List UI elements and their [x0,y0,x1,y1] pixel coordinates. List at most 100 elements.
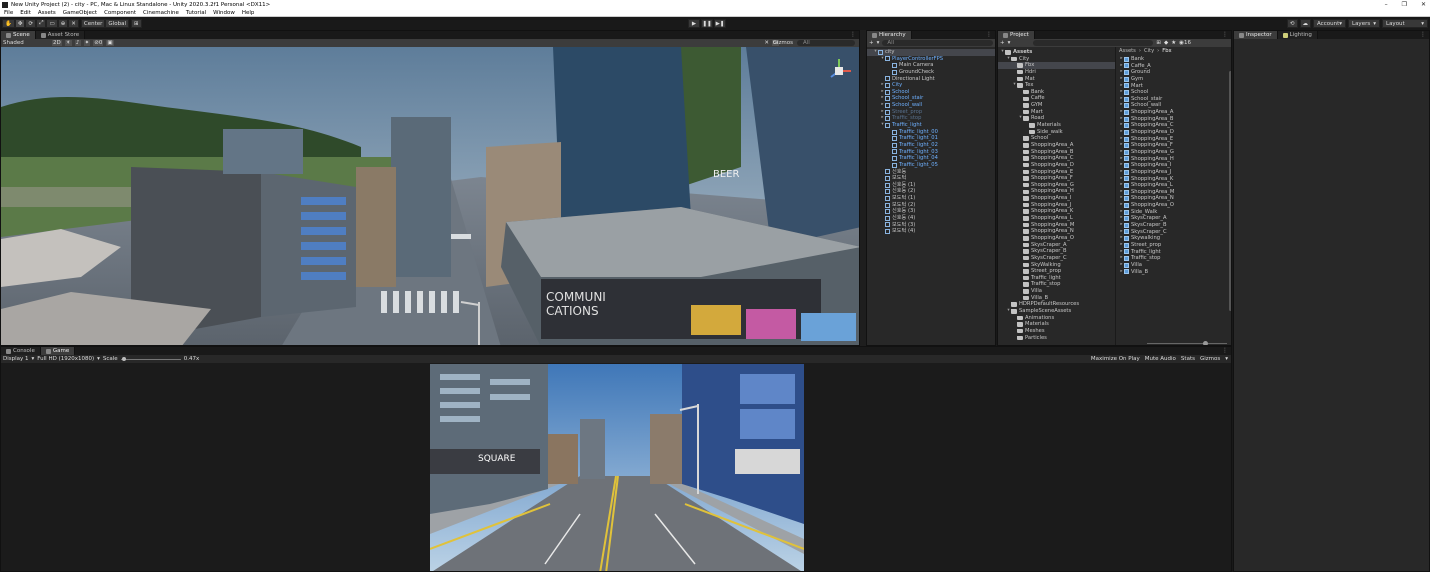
project-search-input[interactable] [1033,40,1154,46]
asset-item[interactable]: ▸ ShoppingArea_O [1117,202,1231,209]
project-folder-item[interactable]: Particles [998,335,1115,342]
tab-scene[interactable]: Scene [1,31,36,39]
effects-toggle-icon[interactable]: ✦ [83,40,91,46]
asset-item[interactable]: ▸ Traffic_stop [1117,255,1231,262]
project-folder-item[interactable]: Fbx [998,62,1115,69]
breadcrumb-fbx[interactable]: Fbx [1162,48,1171,54]
project-folder-item[interactable]: ▾ City [998,56,1115,63]
project-folder-item[interactable]: Materials [998,321,1115,328]
asset-item[interactable]: ▸ ShoppingArea_G [1117,149,1231,156]
project-folder-item[interactable]: ShoppingArea_H [998,188,1115,195]
project-folder-item[interactable]: ▾ Road [998,115,1115,122]
tab-hierarchy[interactable]: Hierarchy [867,31,912,39]
hierarchy-item[interactable]: Traffic_light_00 [867,129,995,136]
hierarchy-item[interactable]: 보도턱 (2) [867,202,995,209]
project-folder-item[interactable]: Bank [998,89,1115,96]
project-folder-item[interactable]: ShoppingArea_L [998,215,1115,222]
panel-menu-icon[interactable]: ⋮ [1420,31,1426,38]
tab-lighting[interactable]: Lighting [1277,31,1318,39]
asset-item[interactable]: ▸ ShoppingArea_A [1117,109,1231,116]
mute-audio-toggle[interactable]: Mute Audio [1145,356,1176,362]
hierarchy-add-button[interactable]: + [869,40,874,46]
lighting-toggle-icon[interactable]: ☀ [64,40,72,46]
gizmos-dropdown[interactable]: Gizmos [773,40,793,46]
hierarchy-item[interactable]: ▾ Traffic_light [867,122,995,129]
hierarchy-item[interactable]: Traffic_light_02 [867,142,995,149]
asset-item[interactable]: ▸ ShoppingArea_J [1117,169,1231,176]
pivot-rotation-button[interactable]: Global [105,19,129,28]
hierarchy-item[interactable]: 신호등 (1) [867,182,995,189]
project-folder-item[interactable]: Side_walk [998,129,1115,136]
menu-help[interactable]: Help [242,10,255,16]
hierarchy-item[interactable]: ▸ Traffic_stop [867,115,995,122]
asset-item[interactable]: ▸ Ground [1117,69,1231,76]
project-folder-item[interactable]: ShoppingArea_F [998,175,1115,182]
hierarchy-item[interactable]: Main Camera [867,62,995,69]
hierarchy-item[interactable]: Traffic_light_04 [867,155,995,162]
project-folder-item[interactable]: SkysCraper_A [998,242,1115,249]
project-folder-item[interactable]: Animations [998,315,1115,322]
asset-item[interactable]: ▸ ShoppingArea_M [1117,189,1231,196]
play-button[interactable]: ▶ [688,19,700,28]
menu-window[interactable]: Window [213,10,235,16]
layout-dropdown[interactable]: Layout ▾ [1382,19,1428,28]
asset-item[interactable]: ▸ ShoppingArea_H [1117,156,1231,163]
icon-size-slider[interactable] [1147,341,1227,345]
hierarchy-item[interactable]: ▸ School_wall [867,102,995,109]
menu-gameobject[interactable]: GameObject [63,10,97,16]
project-folder-item[interactable]: ShoppingArea_B [998,149,1115,156]
asset-item[interactable]: ▸ SkysCraper_C [1117,229,1231,236]
menu-component[interactable]: Component [104,10,136,16]
panel-menu-icon[interactable]: ⋮ [986,31,992,38]
project-folder-item[interactable]: ▾ Tex [998,82,1115,89]
project-folder-item[interactable]: ShoppingArea_D [998,162,1115,169]
project-folder-item[interactable]: ShoppingArea_I [998,195,1115,202]
asset-item[interactable]: ▸ Bank [1117,56,1231,63]
asset-item[interactable]: ▸ Mart [1117,83,1231,90]
resolution-dropdown[interactable]: Full HD (1920x1080) [37,356,94,362]
panel-menu-icon[interactable]: ⋮ [1222,31,1228,38]
menu-cinemachine[interactable]: Cinemachine [143,10,179,16]
hierarchy-item[interactable]: 신호등 [867,169,995,176]
project-folder-item[interactable]: Mat [998,76,1115,83]
tab-asset-store[interactable]: Asset Store [35,31,86,39]
favorite-icon[interactable]: ★ [1171,40,1176,46]
hierarchy-item[interactable]: 신호등 (3) [867,208,995,215]
asset-item[interactable]: ▸ ShoppingArea_K [1117,176,1231,183]
stats-toggle[interactable]: Stats [1181,356,1195,362]
project-folder-item[interactable]: SkysCraper_C [998,255,1115,262]
hand-tool-button[interactable]: ✋ [2,19,15,28]
panel-menu-icon[interactable]: ⋮ [1222,347,1228,354]
rect-tool-button[interactable]: ▭ [46,19,58,28]
menu-edit[interactable]: Edit [20,10,31,16]
tab-console[interactable]: Console [1,347,41,355]
project-folder-item[interactable]: ShoppingArea_O [998,235,1115,242]
project-folder-item[interactable]: GYM [998,102,1115,109]
project-folder-item[interactable]: Mart [998,109,1115,116]
audio-toggle-icon[interactable]: ♪ [74,40,81,46]
project-folder-item[interactable]: SkysCraper_B [998,248,1115,255]
filter-label-icon[interactable]: ◆ [1164,40,1168,46]
menu-file[interactable]: File [4,10,13,16]
project-folder-item[interactable]: ShoppingArea_J [998,202,1115,209]
scene-viewport[interactable]: COMMUNI CATIONS BEER [1,47,859,345]
hierarchy-item[interactable]: ▾ PlayerControllerFPS [867,56,995,63]
hierarchy-item[interactable]: 보도턱 (3) [867,222,995,229]
mode-2d-button[interactable]: 2D [52,40,62,46]
hierarchy-item[interactable]: 신호등 (2) [867,188,995,195]
tab-game[interactable]: Game [40,347,76,355]
project-folder-item[interactable]: ShoppingArea_C [998,155,1115,162]
project-folder-item[interactable]: ShoppingArea_G [998,182,1115,189]
project-folder-item[interactable]: Villa_B [998,295,1115,302]
asset-item[interactable]: ▸ Traffic_light [1117,249,1231,256]
asset-item[interactable]: ▸ Side_Walk [1117,209,1231,216]
hierarchy-item[interactable]: 보도턱 (1) [867,195,995,202]
asset-item[interactable]: ▸ ShoppingArea_L [1117,182,1231,189]
close-button[interactable]: ✕ [1421,1,1426,8]
project-folder-item[interactable]: Hdri [998,69,1115,76]
scale-slider-knob[interactable] [121,356,126,361]
tab-project[interactable]: Project [998,31,1035,39]
project-folder-item[interactable]: Street_prop [998,268,1115,275]
asset-item[interactable]: ▸ School_stair [1117,96,1231,103]
asset-item[interactable]: ▸ ShoppingArea_I [1117,162,1231,169]
